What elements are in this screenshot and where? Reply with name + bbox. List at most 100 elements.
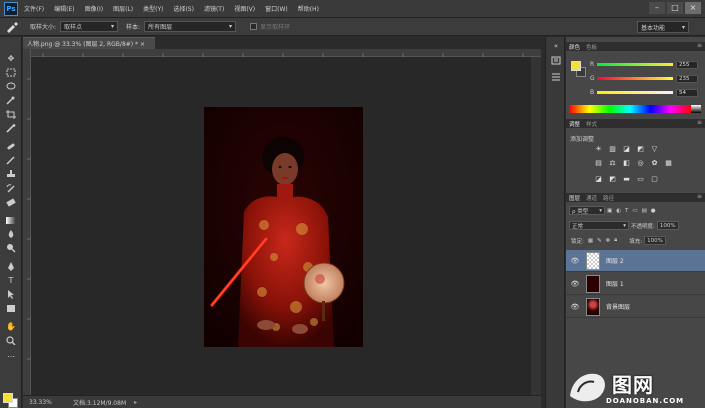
document-canvas-image[interactable] bbox=[204, 107, 363, 347]
menu-image[interactable]: 图像(I) bbox=[85, 4, 103, 13]
layer-row[interactable]: 👁︎ 背景图层 bbox=[566, 296, 705, 318]
exposure-icon[interactable]: ◩ bbox=[636, 145, 645, 153]
threshold-icon[interactable]: ▬ bbox=[622, 175, 631, 183]
menu-edit[interactable]: 编辑(E) bbox=[54, 4, 74, 13]
color-spectrum-bar[interactable] bbox=[569, 105, 691, 113]
minimize-button[interactable]: – bbox=[649, 2, 665, 14]
zoom-tool-icon[interactable] bbox=[4, 335, 18, 346]
lock-all-icon[interactable]: 🔒︎ bbox=[614, 237, 617, 244]
menu-select[interactable]: 选择(S) bbox=[173, 4, 194, 13]
vibrance-icon[interactable]: ▽ bbox=[650, 145, 659, 153]
more-tools-icon[interactable]: ⋯ bbox=[4, 351, 18, 362]
menu-filter[interactable]: 滤镜(T) bbox=[204, 4, 224, 13]
filter-pixel-icon[interactable]: ▣ bbox=[607, 208, 612, 214]
rectangle-tool-icon[interactable] bbox=[4, 303, 18, 314]
eye-icon[interactable]: 👁︎ bbox=[570, 257, 580, 265]
black-white-icon[interactable]: ◧ bbox=[622, 159, 631, 167]
maximize-button[interactable]: □ bbox=[667, 2, 683, 14]
eye-icon[interactable]: 👁︎ bbox=[570, 303, 580, 311]
document-tab[interactable]: 人物.png @ 33.3% (图层 2, RGB/8#) * × bbox=[23, 37, 155, 49]
color-panel-foreground-swatch[interactable] bbox=[571, 61, 581, 71]
gradient-map-icon[interactable]: ▭ bbox=[636, 175, 645, 183]
spot-healing-tool-icon[interactable] bbox=[4, 141, 18, 152]
layer-filter-select[interactable]: ρ 类型 ▾ bbox=[569, 206, 605, 215]
hue-saturation-icon[interactable]: ▤ bbox=[594, 159, 603, 167]
menu-view[interactable]: 视图(V) bbox=[234, 4, 255, 13]
filter-shape-icon[interactable]: ▭ bbox=[632, 208, 637, 214]
lock-image-icon[interactable]: ✎ bbox=[597, 238, 602, 244]
panel-menu-icon[interactable]: ≡ bbox=[697, 42, 702, 49]
clone-stamp-tool-icon[interactable] bbox=[4, 169, 18, 180]
r-value[interactable]: 255 bbox=[676, 60, 698, 69]
menu-file[interactable]: 文件(F) bbox=[24, 4, 44, 13]
menu-help[interactable]: 帮助(H) bbox=[298, 4, 319, 13]
show-sampling-ring-checkbox[interactable] bbox=[250, 23, 258, 30]
eye-icon[interactable]: 👁︎ bbox=[570, 280, 580, 288]
zoom-level[interactable]: 33.33% bbox=[29, 399, 69, 406]
move-tool-icon[interactable]: ✥ bbox=[4, 53, 18, 64]
properties-panel-icon[interactable] bbox=[550, 71, 562, 81]
quick-selection-tool-icon[interactable] bbox=[4, 95, 18, 106]
menu-window[interactable]: 窗口(W) bbox=[265, 4, 288, 13]
color-lookup-icon[interactable]: ▦ bbox=[664, 159, 673, 167]
tab-layers[interactable]: 图层 bbox=[569, 194, 580, 202]
opacity-input[interactable]: 100% bbox=[656, 221, 679, 230]
g-value[interactable]: 235 bbox=[676, 74, 698, 83]
photo-filter-icon[interactable]: ◎ bbox=[636, 159, 645, 167]
b-slider[interactable] bbox=[597, 91, 673, 94]
menu-type[interactable]: 类型(Y) bbox=[143, 4, 163, 13]
filter-toggle-icon[interactable]: ● bbox=[651, 208, 656, 214]
b-value[interactable]: 54 bbox=[676, 88, 698, 97]
workspace-select[interactable]: 基本功能 ▾ bbox=[637, 21, 689, 33]
channel-mixer-icon[interactable]: ✿ bbox=[650, 159, 659, 167]
sample-size-select[interactable]: 取样点 ▾ bbox=[60, 21, 119, 32]
marquee-tool-icon[interactable] bbox=[4, 67, 18, 78]
document-size-info[interactable]: 文档:3.12M/9.08M bbox=[73, 398, 126, 407]
lock-transparent-icon[interactable]: ▦ bbox=[588, 238, 593, 244]
chevron-right-icon[interactable]: ▸ bbox=[134, 399, 137, 406]
vertical-scrollbar[interactable] bbox=[531, 57, 541, 395]
filter-adjustment-icon[interactable]: ◐ bbox=[616, 208, 621, 214]
history-panel-icon[interactable] bbox=[550, 55, 562, 65]
crop-tool-icon[interactable] bbox=[4, 109, 18, 120]
expand-panels-icon[interactable]: « bbox=[550, 41, 562, 51]
foreground-color-swatch[interactable] bbox=[3, 393, 13, 403]
fill-input[interactable]: 100% bbox=[644, 236, 667, 245]
tab-color[interactable]: 颜色 bbox=[569, 43, 580, 51]
sample-select[interactable]: 所有图层 ▾ bbox=[144, 21, 237, 32]
black-white-ramp[interactable] bbox=[691, 105, 701, 113]
eyedropper-tool-preset-icon[interactable] bbox=[4, 20, 20, 34]
history-brush-tool-icon[interactable] bbox=[4, 183, 18, 194]
tab-paths[interactable]: 路径 bbox=[603, 194, 614, 202]
filter-type-icon[interactable]: T bbox=[625, 208, 628, 214]
menu-layer[interactable]: 图层(L) bbox=[113, 4, 133, 13]
brush-tool-icon[interactable] bbox=[4, 155, 18, 166]
gradient-tool-icon[interactable] bbox=[4, 215, 18, 226]
close-button[interactable]: × bbox=[685, 2, 701, 14]
posterize-icon[interactable]: ◩ bbox=[608, 175, 617, 183]
tab-swatches[interactable]: 色板 bbox=[586, 43, 597, 51]
layer-row[interactable]: 👁︎ 图层 2 bbox=[566, 250, 705, 272]
filter-smart-object-icon[interactable]: ▤ bbox=[642, 208, 647, 214]
g-slider[interactable] bbox=[597, 77, 673, 80]
r-slider[interactable] bbox=[597, 63, 673, 66]
layer-row[interactable]: 👁︎ 图层 1 bbox=[566, 273, 705, 295]
type-tool-icon[interactable]: T bbox=[4, 275, 18, 286]
panel-menu-icon[interactable]: ≡ bbox=[697, 119, 702, 126]
path-selection-tool-icon[interactable] bbox=[4, 289, 18, 300]
brightness-contrast-icon[interactable]: ☀ bbox=[594, 145, 603, 153]
dodge-tool-icon[interactable] bbox=[4, 243, 18, 254]
blend-mode-select[interactable]: 正常 ▾ bbox=[569, 221, 629, 230]
curves-icon[interactable]: ◪ bbox=[622, 145, 631, 153]
panel-menu-icon[interactable]: ≡ bbox=[697, 193, 702, 200]
blur-tool-icon[interactable] bbox=[4, 229, 18, 240]
tab-styles[interactable]: 样式 bbox=[586, 120, 597, 128]
tab-channels[interactable]: 通道 bbox=[586, 194, 597, 202]
levels-icon[interactable]: ▥ bbox=[608, 145, 617, 153]
lock-position-icon[interactable]: ✥ bbox=[606, 238, 611, 244]
invert-icon[interactable]: ◪ bbox=[594, 175, 603, 183]
lasso-tool-icon[interactable] bbox=[4, 81, 18, 92]
selective-color-icon[interactable]: ▢ bbox=[650, 175, 659, 183]
pen-tool-icon[interactable] bbox=[4, 261, 18, 272]
tab-adjustments[interactable]: 调整 bbox=[569, 120, 580, 128]
